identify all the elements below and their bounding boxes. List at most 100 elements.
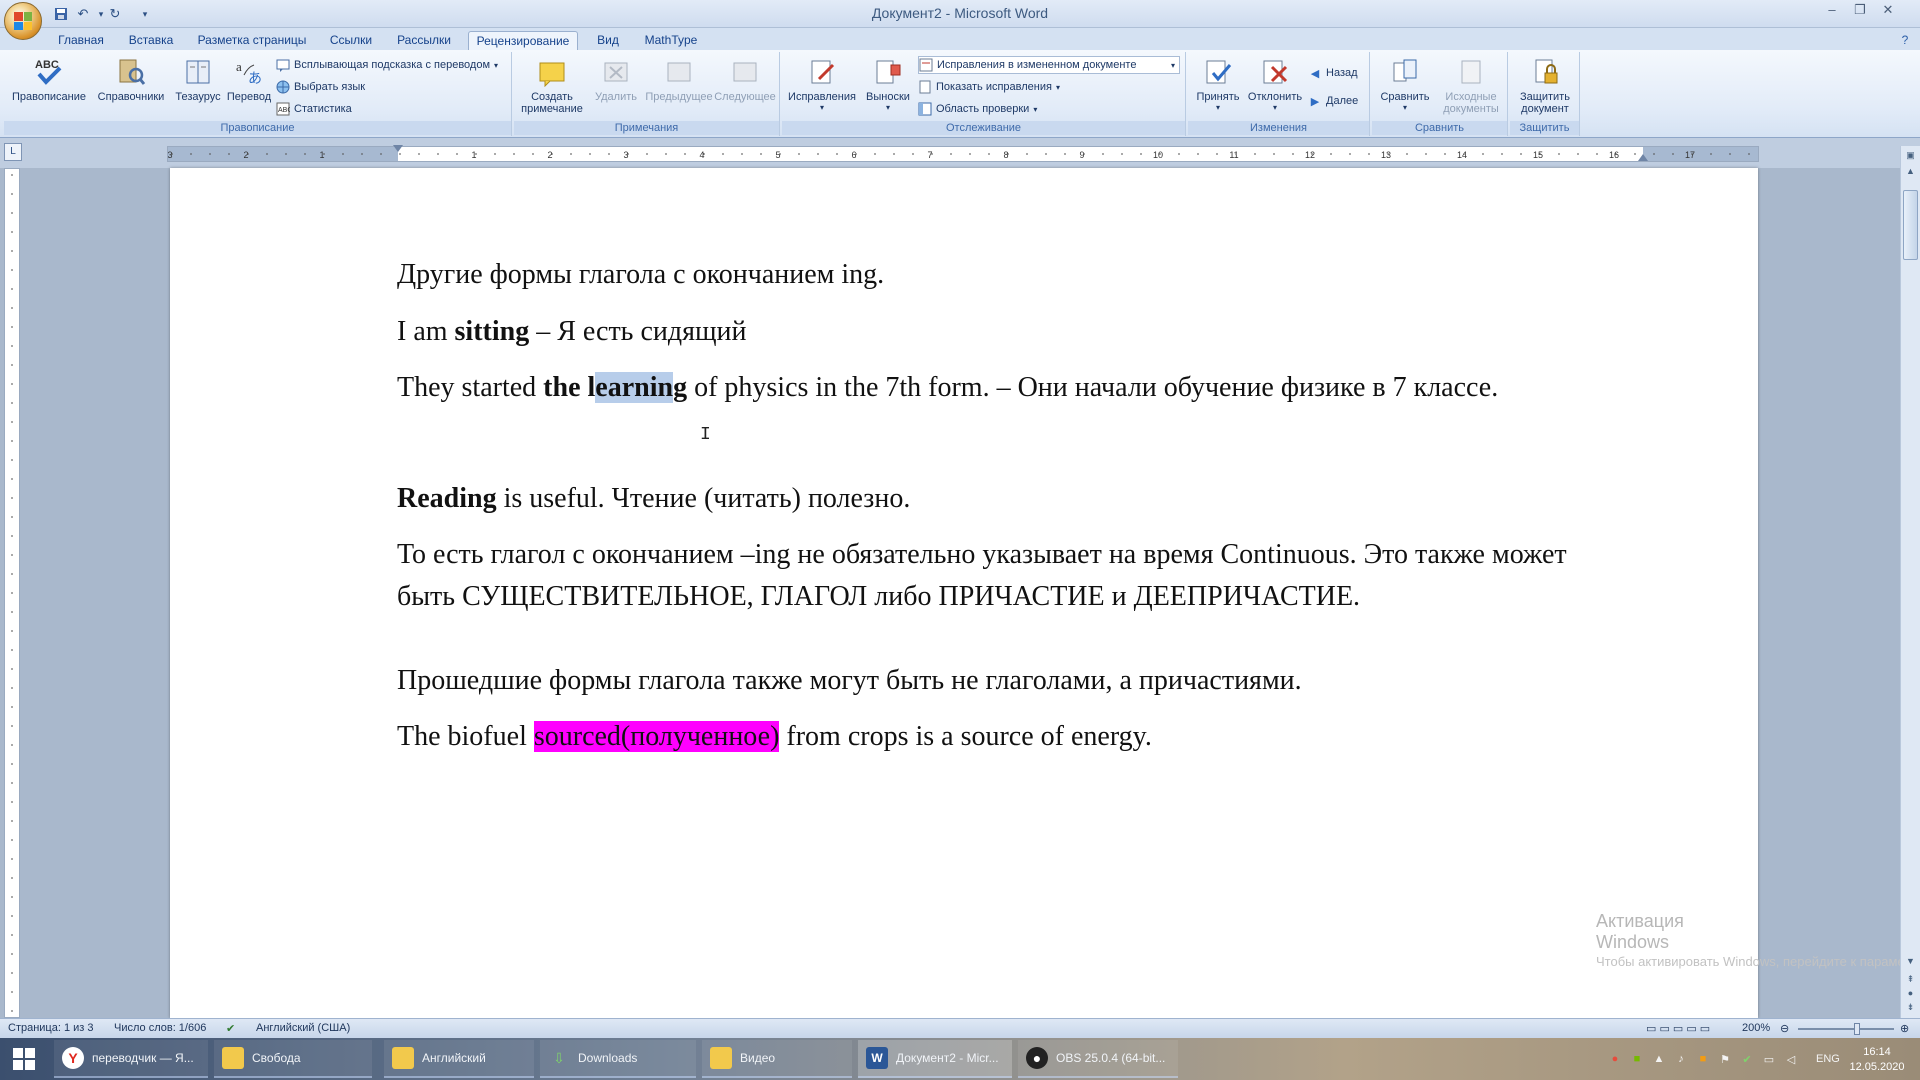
ruler-row: L 3 2 1 1 2 3 4 5 6 7 8 9 10 11 12 13 14 15 16 17 bbox=[0, 138, 1920, 168]
indent-marker-icon[interactable] bbox=[393, 145, 403, 152]
tray-app-icon[interactable]: ● bbox=[1607, 1051, 1623, 1067]
ruler-toggle-icon[interactable]: ▣ bbox=[1903, 148, 1918, 162]
nvidia-icon[interactable]: ■ bbox=[1629, 1051, 1645, 1067]
compare-button[interactable]: Сравнить ▾ bbox=[1374, 56, 1436, 112]
taskbar-item-video[interactable]: Видео bbox=[702, 1040, 852, 1078]
page-count[interactable]: Страница: 1 из 3 bbox=[8, 1022, 94, 1034]
next-page-icon[interactable]: ⇟ bbox=[1903, 1000, 1918, 1014]
previous-change-button[interactable]: ◀ Назад bbox=[1308, 64, 1358, 82]
show-markup-button[interactable]: Показать исправления ▾ bbox=[918, 78, 1060, 96]
taskbar-item-downloads[interactable]: ⇩ Downloads bbox=[540, 1040, 696, 1078]
document-page[interactable]: Другие формы глагола с окончанием ing. I… bbox=[170, 168, 1920, 1018]
paragraph-6[interactable]: Прошедшие формы глагола также могут быть… bbox=[397, 660, 1577, 702]
language-indicator[interactable]: ENG bbox=[1816, 1053, 1840, 1065]
next-comment-label: Следующее bbox=[714, 91, 776, 103]
vertical-ruler[interactable] bbox=[4, 168, 20, 1018]
track-changes-button[interactable]: Исправления ▾ bbox=[786, 56, 858, 112]
taskbar-item-obs[interactable]: ● OBS 25.0.4 (64-bit... bbox=[1018, 1040, 1178, 1078]
tab-selector-icon[interactable]: L bbox=[4, 143, 22, 161]
paragraph-7[interactable]: The biofuel sourced(полученное) from cro… bbox=[397, 716, 1577, 758]
research-button[interactable]: Справочники bbox=[92, 56, 170, 103]
restore-button[interactable]: ❐ bbox=[1846, 0, 1874, 20]
p3-bold-end: g bbox=[673, 372, 688, 403]
office-button[interactable] bbox=[4, 2, 42, 40]
word-count-button[interactable]: ABC Статистика bbox=[276, 100, 352, 118]
source-documents-button[interactable]: Исходные документы bbox=[1436, 56, 1506, 115]
paragraph-3[interactable]: They started the learning of physics in … bbox=[397, 367, 1577, 409]
taskbar-item-label: Свобода bbox=[252, 1051, 301, 1065]
set-language-button[interactable]: Выбрать язык bbox=[276, 78, 365, 96]
select-browse-object-icon[interactable]: ● bbox=[1903, 986, 1918, 1000]
translate-button[interactable]: aあ Перевод bbox=[224, 56, 274, 103]
volume-icon[interactable]: ♪ bbox=[1673, 1051, 1689, 1067]
thesaurus-button[interactable]: Тезаурус bbox=[170, 56, 226, 103]
help-icon[interactable]: ? bbox=[1896, 31, 1914, 50]
new-comment-button[interactable]: Создать примечание bbox=[518, 56, 586, 115]
vertical-scrollbar[interactable]: ▣ ▲ ▼ ⇞ ● ⇟ bbox=[1900, 146, 1920, 1018]
display-for-review-select[interactable]: Исправления в измененном документе ▾ bbox=[918, 56, 1180, 74]
tray-orange-icon[interactable]: ■ bbox=[1695, 1051, 1711, 1067]
paragraph-1[interactable]: Другие формы глагола с окончанием ing. bbox=[397, 254, 1577, 296]
group-label-proofing: Правописание bbox=[4, 121, 511, 135]
new-comment-icon bbox=[536, 56, 568, 88]
tab-references[interactable]: Ссылки bbox=[320, 31, 382, 50]
folder-icon bbox=[222, 1047, 244, 1069]
previous-comment-button[interactable]: Предыдущее bbox=[642, 56, 716, 103]
previous-page-icon[interactable]: ⇞ bbox=[1903, 972, 1918, 986]
spelling-button[interactable]: ABC Правописание bbox=[6, 56, 92, 103]
network-icon[interactable]: ▲ bbox=[1651, 1051, 1667, 1067]
clock[interactable]: 16:14 12.05.2020 bbox=[1844, 1045, 1910, 1075]
tab-insert[interactable]: Вставка bbox=[120, 31, 182, 50]
tab-mathtype[interactable]: MathType bbox=[636, 31, 706, 50]
zoom-in-icon[interactable]: ⊕ bbox=[1900, 1022, 1909, 1035]
start-button[interactable] bbox=[0, 1038, 48, 1080]
word-count-status[interactable]: Число слов: 1/606 bbox=[114, 1022, 206, 1034]
horizontal-ruler[interactable]: 3 2 1 1 2 3 4 5 6 7 8 9 10 11 12 13 14 15 16 17 bbox=[167, 145, 1759, 162]
paragraph-2[interactable]: I am sitting – Я есть сидящий bbox=[397, 311, 1577, 353]
translation-tooltip-button[interactable]: Всплывающая подсказка с переводом ▾ bbox=[276, 56, 498, 74]
protect-document-button[interactable]: Защитить документ bbox=[1512, 56, 1578, 115]
tray-flag-icon[interactable]: ⚑ bbox=[1717, 1051, 1733, 1067]
tab-page-layout[interactable]: Разметка страницы bbox=[192, 31, 312, 50]
clock-time: 16:14 bbox=[1863, 1046, 1891, 1058]
zoom-slider[interactable] bbox=[1798, 1028, 1894, 1030]
p3-text-c: of physics in the 7th form. – Они начали… bbox=[687, 372, 1499, 403]
system-tray: ● ■ ▲ ♪ ■ ⚑ ✔ ▭ ◁ ENG bbox=[1604, 1038, 1840, 1080]
tray-speaker-icon[interactable]: ◁ bbox=[1783, 1051, 1799, 1067]
scroll-up-icon[interactable]: ▲ bbox=[1903, 164, 1918, 178]
taskbar-item-yandex[interactable]: Y переводчик — Я... bbox=[54, 1040, 208, 1078]
zoom-slider-thumb[interactable] bbox=[1854, 1023, 1860, 1035]
reviewing-pane-button[interactable]: Область проверки ▾ bbox=[918, 100, 1037, 118]
zoom-out-icon[interactable]: ⊖ bbox=[1780, 1022, 1789, 1035]
paragraph-5[interactable]: То есть глагол с окончанием –ing не обяз… bbox=[397, 534, 1577, 618]
proofing-status-icon[interactable]: ✔ bbox=[226, 1022, 235, 1035]
lock-icon bbox=[1529, 56, 1561, 88]
tray-check-icon[interactable]: ✔ bbox=[1739, 1051, 1755, 1067]
taskbar-item-english[interactable]: Английский bbox=[384, 1040, 534, 1078]
tab-home[interactable]: Главная bbox=[52, 31, 110, 50]
paragraph-4[interactable]: Reading is useful. Чтение (читать) полез… bbox=[397, 478, 1577, 520]
delete-comment-button[interactable]: Удалить bbox=[586, 56, 646, 103]
tab-review[interactable]: Рецензирование bbox=[468, 31, 578, 50]
balloons-button[interactable]: Выноски ▾ bbox=[860, 56, 916, 112]
minimize-button[interactable]: – bbox=[1818, 0, 1846, 20]
zoom-level[interactable]: 200% bbox=[1742, 1022, 1770, 1034]
taskbar-item-word[interactable]: W Документ2 - Micr... bbox=[858, 1040, 1012, 1078]
accept-button[interactable]: Принять ▾ bbox=[1190, 56, 1246, 112]
language-status[interactable]: Английский (США) bbox=[256, 1022, 350, 1034]
scrollbar-thumb[interactable] bbox=[1903, 190, 1918, 260]
selected-text[interactable]: earnin bbox=[595, 372, 674, 403]
view-buttons[interactable]: ▭ ▭ ▭ ▭ ▭ bbox=[1646, 1022, 1710, 1035]
tray-monitor-icon[interactable]: ▭ bbox=[1761, 1051, 1777, 1067]
tab-view[interactable]: Вид bbox=[588, 31, 628, 50]
next-change-button[interactable]: ▶ Далее bbox=[1308, 92, 1358, 110]
scroll-down-icon[interactable]: ▼ bbox=[1903, 954, 1918, 968]
reject-button[interactable]: Отклонить ▾ bbox=[1244, 56, 1306, 112]
ruler-number: 14 bbox=[1457, 150, 1467, 160]
taskbar-item-svoboda[interactable]: Свобода bbox=[214, 1040, 372, 1078]
right-indent-marker-icon[interactable] bbox=[1638, 154, 1648, 161]
tab-mailings[interactable]: Рассылки bbox=[390, 31, 458, 50]
reviewing-pane-label: Область проверки bbox=[936, 103, 1030, 115]
next-comment-button[interactable]: Следующее bbox=[710, 56, 780, 103]
close-button[interactable]: ✕ bbox=[1874, 0, 1902, 20]
